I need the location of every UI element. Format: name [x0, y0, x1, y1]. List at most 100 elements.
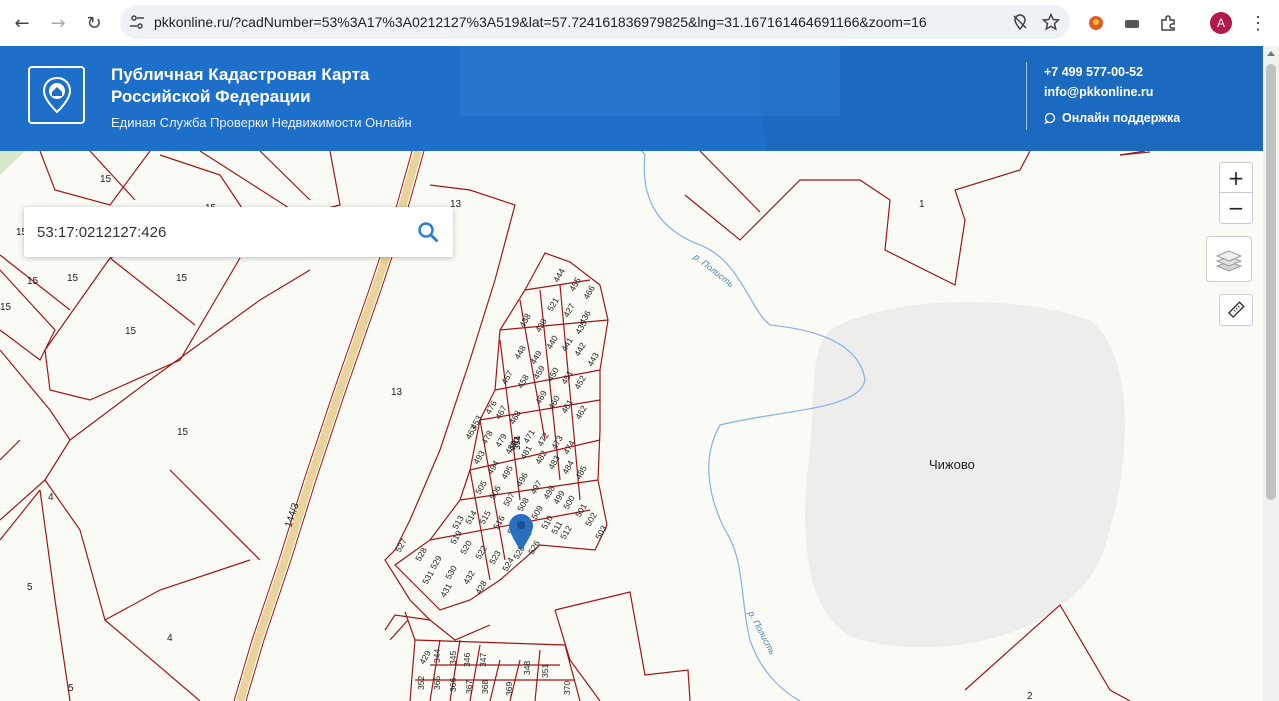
parcel-number-label[interactable]: 432 — [461, 568, 477, 586]
parcel-number-label[interactable]: 370 — [562, 681, 572, 695]
parcel-number-label[interactable]: 521 — [545, 295, 561, 313]
profile-avatar[interactable]: A — [1207, 9, 1235, 37]
zoom-out-button[interactable]: − — [1220, 193, 1252, 223]
scrollbar-thumb[interactable] — [1266, 64, 1276, 500]
parcel-number-label[interactable]: 528 — [413, 545, 429, 563]
map-label: 4 — [167, 633, 173, 644]
parcel-number-label[interactable]: 520 — [458, 538, 474, 556]
extension-icon-2[interactable] — [1118, 9, 1146, 37]
parcel-number-label[interactable]: 427 — [561, 301, 577, 319]
parcel-number-label[interactable]: 354 — [512, 436, 522, 450]
zoom-control: + − — [1219, 162, 1253, 224]
parcel-number-label[interactable]: 457 — [499, 368, 515, 386]
parcel-number-label[interactable]: 428 — [473, 578, 489, 596]
parcel-number-label[interactable]: 523 — [487, 548, 503, 566]
parcel-number-label[interactable]: 455 — [567, 275, 583, 293]
search-input[interactable]: 53:17:0212127:426 — [37, 224, 403, 241]
extensions-puzzle-icon[interactable] — [1154, 9, 1182, 37]
address-bar[interactable]: pkkonline.ru/?cadNumber=53%3A17%3A021212… — [120, 5, 1070, 39]
parcel-number-label[interactable]: 366 — [448, 678, 458, 692]
parcel-number-label[interactable]: 345 — [448, 651, 458, 665]
parcel-number-label[interactable]: 347 — [478, 653, 488, 667]
parcel-number-label[interactable]: 352 — [416, 676, 426, 690]
map-label: 15 — [176, 273, 188, 284]
parcel-number-label[interactable]: 529 — [428, 553, 444, 571]
back-arrow-icon[interactable]: ← — [7, 8, 37, 38]
parcel-number-label[interactable]: 369 — [504, 682, 514, 696]
page-scrollbar[interactable] — [1263, 46, 1279, 701]
bookmark-star-icon[interactable] — [1042, 13, 1060, 31]
map-label: 15 — [67, 273, 79, 284]
parcel-number-label[interactable]: 448 — [512, 343, 528, 361]
parcel-number-label[interactable]: 505 — [473, 478, 489, 496]
parcel-number-label[interactable]: 461 — [559, 397, 575, 415]
parcel-number-label[interactable]: 439 — [533, 316, 549, 334]
site-header: Публичная Кадастровая Карта Российской Ф… — [0, 46, 1263, 151]
search-icon — [418, 222, 438, 242]
search-button[interactable] — [403, 207, 453, 257]
parcel-number-label[interactable]: 462 — [573, 403, 589, 421]
parcel-number-label[interactable]: 506 — [487, 483, 503, 501]
ruler-icon — [1227, 301, 1245, 319]
parcel-number-label[interactable]: 440 — [544, 333, 560, 351]
map-label: 15 — [100, 174, 112, 185]
parcel-number-label[interactable]: 516 — [491, 513, 507, 531]
parcel-number-label[interactable]: 346 — [462, 653, 472, 667]
map-label: 15 — [177, 427, 189, 438]
parcel-number-label[interactable]: 502 — [583, 510, 599, 528]
river-label: р. Полисть — [746, 608, 778, 656]
map-label: 15 — [0, 302, 12, 313]
parcel-number-label[interactable]: 514 — [463, 508, 479, 526]
parcel-number-label[interactable]: 368 — [480, 680, 490, 694]
browser-menu-icon[interactable]: ⋮ — [1244, 9, 1272, 37]
parcel-number-label[interactable]: 444 — [551, 266, 567, 284]
online-support-link[interactable]: Онлайн поддержка — [1044, 111, 1180, 125]
parcel-number-label[interactable]: 530 — [443, 563, 459, 581]
location-off-icon[interactable] — [1012, 14, 1028, 30]
parcel-number-label[interactable]: 531 — [420, 568, 436, 586]
home-pin-icon — [42, 76, 71, 114]
parcel-number-label[interactable]: 443 — [585, 350, 601, 368]
parcel-number-label[interactable]: 367 — [464, 680, 474, 694]
parcel-number-label[interactable]: 365 — [432, 676, 442, 690]
map-label: 13 — [391, 387, 403, 398]
site-settings-icon[interactable] — [120, 5, 154, 39]
scroll-up-icon[interactable] — [1267, 51, 1275, 56]
parcel-number-label[interactable]: 508 — [515, 495, 531, 513]
email-link[interactable]: info@pkkonline.ru — [1044, 85, 1153, 99]
parcel-number-label[interactable]: 351 — [540, 664, 550, 678]
phone-link[interactable]: +7 499 577-00-52 — [1044, 65, 1143, 79]
zoom-in-button[interactable]: + — [1220, 163, 1252, 193]
locality-label: Чижово — [929, 457, 975, 472]
map-label: 5 — [68, 683, 74, 694]
parcel-number-label[interactable]: 452 — [572, 373, 588, 391]
map-label: 1 — [919, 199, 925, 210]
parcel-number-label[interactable]: 527 — [393, 536, 409, 554]
site-title[interactable]: Публичная Кадастровая Карта Российской Ф… — [111, 64, 411, 108]
extension-icon-1[interactable] — [1082, 9, 1110, 37]
map-label: 15 — [125, 326, 137, 337]
parcel-number-label[interactable]: 458 — [515, 372, 531, 390]
parcel-number-label[interactable]: 515 — [477, 508, 493, 526]
parcel-number-label[interactable]: 449 — [528, 348, 544, 366]
parcel-number-label[interactable]: 344 — [432, 649, 442, 663]
measure-button[interactable] — [1219, 294, 1253, 326]
map-label: 2 — [1027, 691, 1033, 701]
parcel-number-label[interactable]: 466 — [581, 283, 597, 301]
site-logo[interactable] — [28, 66, 85, 124]
layers-button[interactable] — [1206, 236, 1252, 282]
cadastral-search[interactable]: 53:17:0212127:426 — [24, 207, 453, 257]
parcel-number-label[interactable]: 483 — [546, 453, 562, 471]
parcel-number-label[interactable]: 438 — [517, 311, 533, 329]
parcel-number-label[interactable]: 429 — [417, 648, 433, 666]
divider — [1026, 62, 1027, 130]
parcel-number-label[interactable]: 431 — [438, 581, 454, 599]
map-label: 5 — [27, 582, 33, 593]
parcel-number-label[interactable]: 348 — [522, 661, 532, 675]
reload-icon[interactable]: ↻ — [79, 8, 109, 38]
parcel-number-label[interactable]: 495 — [499, 463, 515, 481]
river-label: р. Полисть — [691, 251, 736, 289]
parcel-number-label[interactable]: 442 — [572, 340, 588, 358]
forward-arrow-icon[interactable]: → — [43, 8, 73, 38]
parcel-number-label[interactable]: 485 — [573, 463, 589, 481]
